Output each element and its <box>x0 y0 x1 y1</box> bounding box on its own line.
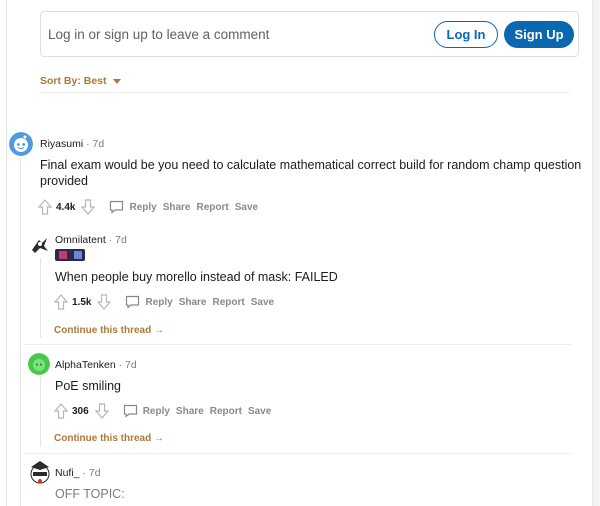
comment-meta: Nufi_ · 7d <box>55 467 101 479</box>
scrollbar[interactable] <box>592 0 600 506</box>
reply-button[interactable]: Reply <box>125 295 173 309</box>
comment-actions: 4.4k Reply Share Report Save <box>38 199 258 215</box>
thread-line[interactable] <box>40 258 41 338</box>
arrow-right-icon: → <box>154 433 165 444</box>
username[interactable]: Omnilatent <box>55 234 106 246</box>
comment-body-line: provided <box>40 174 88 188</box>
report-button[interactable]: Report <box>213 297 245 308</box>
reply-label: Reply <box>142 405 170 417</box>
share-button[interactable]: Share <box>176 406 204 417</box>
avatar[interactable] <box>28 459 52 485</box>
signup-button[interactable]: Sign Up <box>504 21 574 48</box>
comment-body: When people buy morello instead of mask:… <box>55 270 338 284</box>
downvote-icon[interactable] <box>94 403 109 419</box>
arrow-right-icon: → <box>154 325 165 336</box>
user-flair <box>55 249 85 261</box>
upvote-icon[interactable] <box>38 199 52 215</box>
comment-body: Final exam would be you need to calculat… <box>40 157 581 189</box>
save-button[interactable]: Save <box>251 297 274 308</box>
reply-label: Reply <box>145 296 173 308</box>
chevron-down-icon <box>112 78 121 84</box>
avatar[interactable] <box>28 353 50 375</box>
snoo-avatar-icon <box>30 461 50 484</box>
avatar-icon <box>29 234 51 256</box>
comment-body: PoE smiling <box>55 379 121 393</box>
reply-button[interactable]: Reply <box>109 200 157 214</box>
upvote-icon[interactable] <box>54 294 68 310</box>
avatar[interactable] <box>9 132 33 156</box>
snoo-avatar-icon <box>9 132 33 156</box>
continue-thread-label: Continue this thread <box>54 433 152 444</box>
username[interactable]: AlphaTenken <box>55 359 116 371</box>
report-button[interactable]: Report <box>197 202 229 213</box>
vote-score: 306 <box>72 405 89 417</box>
continue-thread-link[interactable]: Continue this thread → <box>54 325 164 336</box>
continue-thread-link[interactable]: Continue this thread → <box>54 433 164 444</box>
vote-score: 4.4k <box>56 201 76 213</box>
avatar[interactable] <box>29 234 51 256</box>
username[interactable]: Nufi_ <box>55 467 80 479</box>
snoo-avatar-icon <box>28 353 50 375</box>
vote-score: 1.5k <box>72 296 92 308</box>
share-button[interactable]: Share <box>179 297 207 308</box>
comment-body: OFF TOPIC: <box>55 487 125 501</box>
comment-icon <box>123 404 137 418</box>
sort-label: Sort By: Best <box>40 75 107 87</box>
divider <box>24 453 572 454</box>
downvote-icon[interactable] <box>81 199 96 215</box>
report-button[interactable]: Report <box>210 406 242 417</box>
reply-label: Reply <box>129 201 157 213</box>
comment-icon <box>126 295 140 309</box>
continue-thread-label: Continue this thread <box>54 325 152 336</box>
comment-body-line: Final exam would be you need to calculat… <box>40 158 582 172</box>
share-button[interactable]: Share <box>163 202 191 213</box>
divider <box>24 344 572 345</box>
sort-dropdown[interactable]: Sort By: Best <box>40 75 121 87</box>
left-border <box>6 0 7 506</box>
thread-line[interactable] <box>40 377 41 447</box>
thread-line[interactable] <box>20 158 21 506</box>
timestamp[interactable]: · 7d <box>119 359 137 371</box>
flair-icon <box>73 251 82 259</box>
comment-meta: AlphaTenken · 7d <box>55 359 137 371</box>
comment-icon <box>110 200 124 214</box>
reply-button[interactable]: Reply <box>123 404 170 418</box>
save-button[interactable]: Save <box>248 406 271 417</box>
flair-icon <box>58 251 67 259</box>
comment-meta: Riyasumi · 7d <box>40 138 104 150</box>
timestamp[interactable]: · 7d <box>109 234 127 246</box>
upvote-icon[interactable] <box>54 403 68 419</box>
login-button[interactable]: Log In <box>434 21 498 48</box>
username[interactable]: Riyasumi <box>40 138 83 150</box>
login-prompt: Log in or sign up to leave a comment Log… <box>40 11 579 57</box>
timestamp[interactable]: · 7d <box>82 467 100 479</box>
timestamp[interactable]: · 7d <box>86 138 104 150</box>
save-button[interactable]: Save <box>235 202 258 213</box>
login-prompt-text: Log in or sign up to leave a comment <box>48 27 270 42</box>
comment-meta: Omnilatent · 7d <box>55 234 127 246</box>
comment-actions: 1.5k Reply Share Report Save <box>54 294 274 310</box>
downvote-icon[interactable] <box>97 294 112 310</box>
comment-actions: 306 Reply Share Report Save <box>54 403 271 419</box>
divider <box>40 92 570 93</box>
